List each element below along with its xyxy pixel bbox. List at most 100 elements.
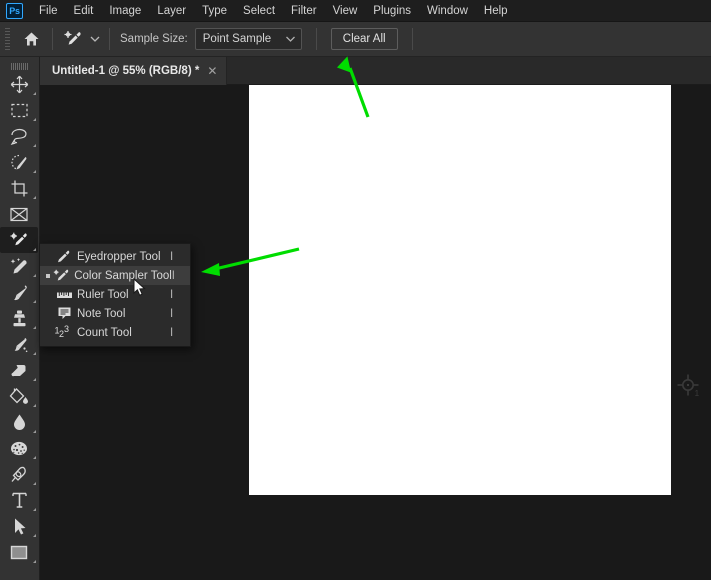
rectangle-icon: [9, 544, 29, 561]
lasso-tool[interactable]: [0, 123, 38, 149]
ruler-icon: [53, 289, 75, 301]
tools-panel-grip[interactable]: [0, 57, 39, 71]
options-bar: Sample Size: Point Sample Clear All: [0, 22, 711, 57]
options-divider-1: [52, 28, 53, 50]
flyout-triangle: [33, 560, 36, 563]
document-tab-bar: >> Untitled-1 @ 55% (RGB/8) * ✕: [0, 57, 711, 85]
mouse-cursor: [133, 278, 147, 298]
move-tool[interactable]: [0, 71, 38, 97]
flyout-triangle: [33, 508, 36, 511]
flyout-item-note-tool[interactable]: Note Tool I: [40, 304, 190, 323]
menu-plugins[interactable]: Plugins: [365, 2, 419, 20]
flyout-item-shortcut: I: [170, 326, 174, 339]
frame-tool[interactable]: [0, 201, 38, 227]
options-divider-2: [109, 28, 110, 50]
gradient-tool[interactable]: [0, 383, 38, 409]
mouse-pointer-icon: [133, 278, 147, 298]
path-arrow-icon: [12, 517, 27, 536]
path-selection-tool[interactable]: [0, 513, 38, 539]
flyout-triangle: [33, 274, 36, 277]
svg-text:3: 3: [64, 325, 69, 334]
menu-select[interactable]: Select: [235, 2, 283, 20]
menu-help[interactable]: Help: [476, 2, 516, 20]
sample-size-value: Point Sample: [202, 33, 272, 45]
sampler-marker-label: 1: [695, 388, 700, 398]
flyout-item-color-sampler-tool[interactable]: Color Sampler Tool I: [40, 266, 190, 285]
flyout-triangle: [33, 534, 36, 537]
eraser-tool[interactable]: [0, 357, 38, 383]
menu-edit[interactable]: Edit: [66, 2, 102, 20]
sponge-icon: [9, 440, 29, 457]
flyout-item-label: Note Tool: [77, 307, 126, 320]
flyout-item-label: Eyedropper Tool: [77, 250, 161, 263]
flyout-item-ruler-tool[interactable]: Ruler Tool I: [40, 285, 190, 304]
color-sampler-tool[interactable]: [0, 227, 38, 253]
menu-file[interactable]: File: [31, 2, 66, 20]
flyout-item-label: Ruler Tool: [77, 288, 129, 301]
selected-bullet: [44, 273, 52, 278]
options-bar-drag-grip[interactable]: [3, 26, 12, 53]
menu-window[interactable]: Window: [419, 2, 476, 20]
close-icon[interactable]: ✕: [207, 65, 217, 77]
sample-size-label: Sample Size:: [120, 33, 188, 45]
menu-view[interactable]: View: [325, 2, 366, 20]
brush-tool[interactable]: [0, 279, 38, 305]
flyout-item-shortcut: I: [170, 250, 174, 263]
clone-stamp-icon: [10, 309, 29, 328]
blur-droplet-icon: [12, 413, 27, 432]
options-divider-4: [411, 28, 413, 50]
menu-filter[interactable]: Filter: [283, 2, 325, 20]
note-icon: [53, 306, 75, 321]
lasso-icon: [9, 127, 29, 146]
chevron-down-icon: [285, 35, 296, 43]
flyout-item-eyedropper-tool[interactable]: Eyedropper Tool I: [40, 247, 190, 266]
photoshop-logo: Ps: [6, 2, 23, 19]
marquee-icon: [10, 102, 29, 119]
object-selection-tool[interactable]: [0, 149, 38, 175]
count-icon: 1 2 3: [53, 325, 75, 340]
menu-bar: Ps File Edit Image Layer Type Select Fil…: [0, 0, 711, 22]
crop-tool[interactable]: [0, 175, 38, 201]
dodge-tool[interactable]: [0, 435, 38, 461]
options-divider-3: [315, 28, 317, 50]
flyout-item-shortcut: I: [170, 288, 174, 301]
rectangular-marquee-tool[interactable]: [0, 97, 38, 123]
menu-layer[interactable]: Layer: [149, 2, 194, 20]
menu-type[interactable]: Type: [194, 2, 235, 20]
home-icon: [23, 31, 40, 47]
color-sampler-icon: [52, 268, 72, 283]
flyout-item-label: Color Sampler Tool: [74, 269, 172, 282]
move-icon: [10, 75, 29, 94]
frame-icon: [9, 206, 29, 223]
flyout-triangle: [33, 170, 36, 173]
clear-all-button[interactable]: Clear All: [330, 28, 398, 50]
tool-flyout-menu: Eyedropper Tool I Color Sampler Tool I R…: [39, 243, 191, 347]
active-tool-preview[interactable]: [59, 25, 87, 53]
type-tool[interactable]: [0, 487, 38, 513]
crop-icon: [10, 179, 29, 198]
menu-image[interactable]: Image: [101, 2, 149, 20]
tool-preset-chevron[interactable]: [87, 26, 103, 52]
color-sampler-tool-icon: [62, 28, 84, 50]
home-button[interactable]: [16, 24, 46, 54]
flyout-triangle: [33, 248, 36, 251]
paint-bucket-icon: [9, 387, 30, 406]
document-canvas[interactable]: 1: [249, 85, 700, 495]
flyout-triangle: [33, 92, 36, 95]
document-tab[interactable]: Untitled-1 @ 55% (RGB/8) * ✕: [40, 57, 228, 85]
spot-healing-brush-tool[interactable]: [0, 253, 38, 279]
clone-stamp-tool[interactable]: [0, 305, 38, 331]
color-sampler-marker-1[interactable]: 1: [674, 371, 704, 401]
flyout-triangle: [33, 326, 36, 329]
flyout-triangle: [33, 404, 36, 407]
flyout-item-label: Count Tool: [77, 326, 132, 339]
history-brush-tool[interactable]: [0, 331, 38, 357]
color-sampler-crosshair-icon: 1: [674, 371, 704, 401]
flyout-item-count-tool[interactable]: 1 2 3 Count Tool I: [40, 323, 190, 342]
tools-panel: [0, 57, 40, 580]
sample-size-select[interactable]: Point Sample: [194, 28, 302, 50]
pen-tool[interactable]: [0, 461, 38, 487]
flyout-triangle: [33, 118, 36, 121]
rectangle-tool[interactable]: [0, 539, 38, 565]
blur-tool[interactable]: [0, 409, 38, 435]
